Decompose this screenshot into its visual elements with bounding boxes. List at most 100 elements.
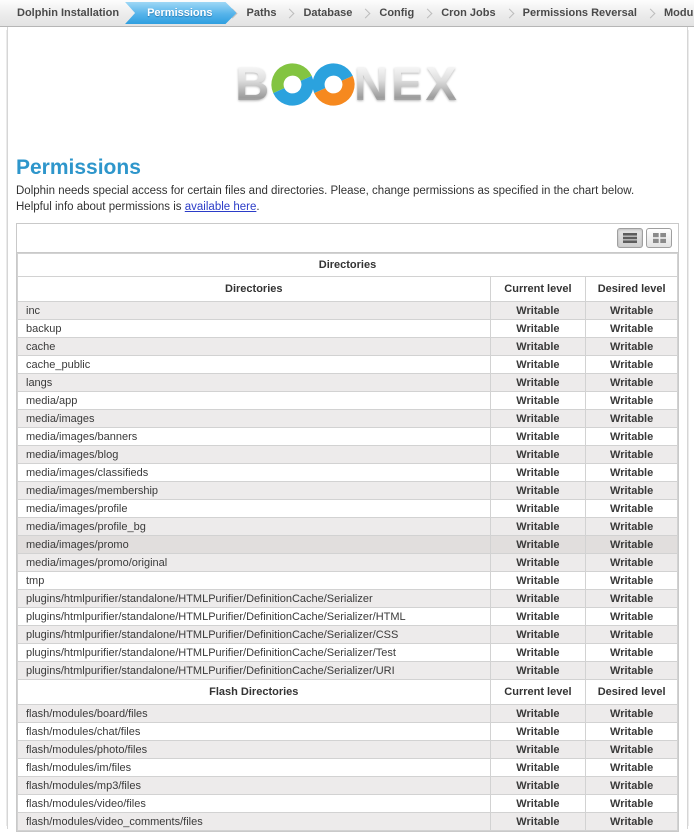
desired-level-value: Writable (586, 302, 678, 320)
nav-step-modules[interactable]: Modules (655, 7, 694, 19)
current-level-value: Writable (490, 705, 586, 723)
table-row: plugins/htmlpurifier/standalone/HTMLPuri… (18, 608, 678, 626)
desired-level-value: Writable (586, 554, 678, 572)
available-here-link[interactable]: available here (185, 201, 257, 213)
installation-steps-nav: Dolphin InstallationPermissionsPaths Data… (0, 0, 694, 27)
intro-line2-prefix: Helpful info about permissions is (16, 201, 182, 213)
desired-level-value: Writable (586, 644, 678, 662)
nav-step-permissions[interactable]: Permissions (125, 2, 236, 24)
intro-line1: Dolphin needs special access for certain… (16, 185, 634, 197)
current-level-value: Writable (490, 518, 586, 536)
nav-step-permissions-reversal[interactable]: Permissions Reversal (514, 7, 646, 19)
directory-path: backup (18, 320, 491, 338)
table-row: flash/modules/photo/filesWritableWritabl… (18, 741, 678, 759)
section-header-row: DirectoriesCurrent levelDesired level (18, 277, 678, 302)
desired-level-value: Writable (586, 464, 678, 482)
current-level-value: Writable (490, 500, 586, 518)
desired-level-value: Writable (586, 759, 678, 777)
directory-path: flash/modules/mp3/files (18, 777, 491, 795)
current-level-value: Writable (490, 356, 586, 374)
directory-path: cache (18, 338, 491, 356)
current-level-value: Writable (490, 759, 586, 777)
current-level-value: Writable (490, 338, 586, 356)
nav-step-config[interactable]: Config (370, 7, 423, 19)
table-row: flash/modules/video_comments/filesWritab… (18, 813, 678, 831)
table-row: plugins/htmlpurifier/standalone/HTMLPuri… (18, 626, 678, 644)
directory-path: media/images/banners (18, 428, 491, 446)
desired-level-value: Writable (586, 795, 678, 813)
table-row: media/appWritableWritable (18, 392, 678, 410)
directory-path: flash/modules/board/files (18, 705, 491, 723)
directory-path: cache_public (18, 356, 491, 374)
directory-path: plugins/htmlpurifier/standalone/HTMLPuri… (18, 644, 491, 662)
desired-level-value: Writable (586, 723, 678, 741)
boonex-logo: B NEX (16, 60, 679, 108)
grid-view-button[interactable] (646, 228, 672, 248)
desired-level-value: Writable (586, 536, 678, 554)
table-caption: Directories (18, 254, 678, 277)
table-row: cacheWritableWritable (18, 338, 678, 356)
desired-level-value: Writable (586, 482, 678, 500)
page-title: Permissions (16, 156, 679, 179)
nav-step-paths[interactable]: Paths (237, 7, 285, 19)
desired-level-value: Writable (586, 410, 678, 428)
table-row: media/images/blogWritableWritable (18, 446, 678, 464)
current-level-value: Writable (490, 536, 586, 554)
directory-path: plugins/htmlpurifier/standalone/HTMLPuri… (18, 662, 491, 680)
chevron-separator-icon (504, 8, 514, 18)
directory-path: flash/modules/video_comments/files (18, 813, 491, 831)
current-level-value: Writable (490, 482, 586, 500)
desired-level-value: Writable (586, 590, 678, 608)
column-header-current-level: Current level (490, 680, 586, 705)
current-level-value: Writable (490, 813, 586, 831)
desired-level-value: Writable (586, 608, 678, 626)
directory-path: media/images/profile_bg (18, 518, 491, 536)
current-level-value: Writable (490, 723, 586, 741)
current-level-value: Writable (490, 777, 586, 795)
table-row: media/images/promoWritableWritable (18, 536, 678, 554)
list-view-button[interactable] (617, 228, 643, 248)
directory-path: inc (18, 302, 491, 320)
directory-path: tmp (18, 572, 491, 590)
nav-step-dolphin-installation[interactable]: Dolphin Installation (8, 7, 128, 19)
desired-level-value: Writable (586, 392, 678, 410)
chevron-separator-icon (423, 8, 433, 18)
directory-path: media/images/blog (18, 446, 491, 464)
column-header-current-level: Current level (490, 277, 586, 302)
intro-text: Dolphin needs special access for certain… (16, 184, 679, 215)
current-level-value: Writable (490, 302, 586, 320)
current-level-value: Writable (490, 464, 586, 482)
table-row: langsWritableWritable (18, 374, 678, 392)
table-row: flash/modules/chat/filesWritableWritable (18, 723, 678, 741)
table-row: flash/modules/im/filesWritableWritable (18, 759, 678, 777)
current-level-value: Writable (490, 374, 586, 392)
current-level-value: Writable (490, 446, 586, 464)
permissions-panel: Directories DirectoriesCurrent levelDesi… (16, 223, 679, 832)
table-row: media/images/classifiedsWritableWritable (18, 464, 678, 482)
nav-step-cron-jobs[interactable]: Cron Jobs (432, 7, 504, 19)
table-row: tmpWritableWritable (18, 572, 678, 590)
desired-level-value: Writable (586, 741, 678, 759)
table-row: flash/modules/mp3/filesWritableWritable (18, 777, 678, 795)
nav-step-database[interactable]: Database (294, 7, 361, 19)
permissions-table: Directories DirectoriesCurrent levelDesi… (17, 253, 678, 831)
table-row: backupWritableWritable (18, 320, 678, 338)
page-frame: B NEX Permissions Dolphin needs special … (7, 27, 688, 829)
chevron-separator-icon (285, 8, 295, 18)
table-caption-row: Directories (18, 254, 678, 277)
section-header-label: Flash Directories (18, 680, 491, 705)
directory-path: flash/modules/chat/files (18, 723, 491, 741)
column-header-desired-level: Desired level (586, 277, 678, 302)
desired-level-value: Writable (586, 320, 678, 338)
table-row: media/images/profileWritableWritable (18, 500, 678, 518)
directory-path: media/images/classifieds (18, 464, 491, 482)
table-row: plugins/htmlpurifier/standalone/HTMLPuri… (18, 644, 678, 662)
desired-level-value: Writable (586, 500, 678, 518)
table-row: media/images/bannersWritableWritable (18, 428, 678, 446)
desired-level-value: Writable (586, 374, 678, 392)
directory-path: flash/modules/video/files (18, 795, 491, 813)
desired-level-value: Writable (586, 626, 678, 644)
current-level-value: Writable (490, 572, 586, 590)
directory-path: media/images/promo (18, 536, 491, 554)
table-row: media/images/profile_bgWritableWritable (18, 518, 678, 536)
